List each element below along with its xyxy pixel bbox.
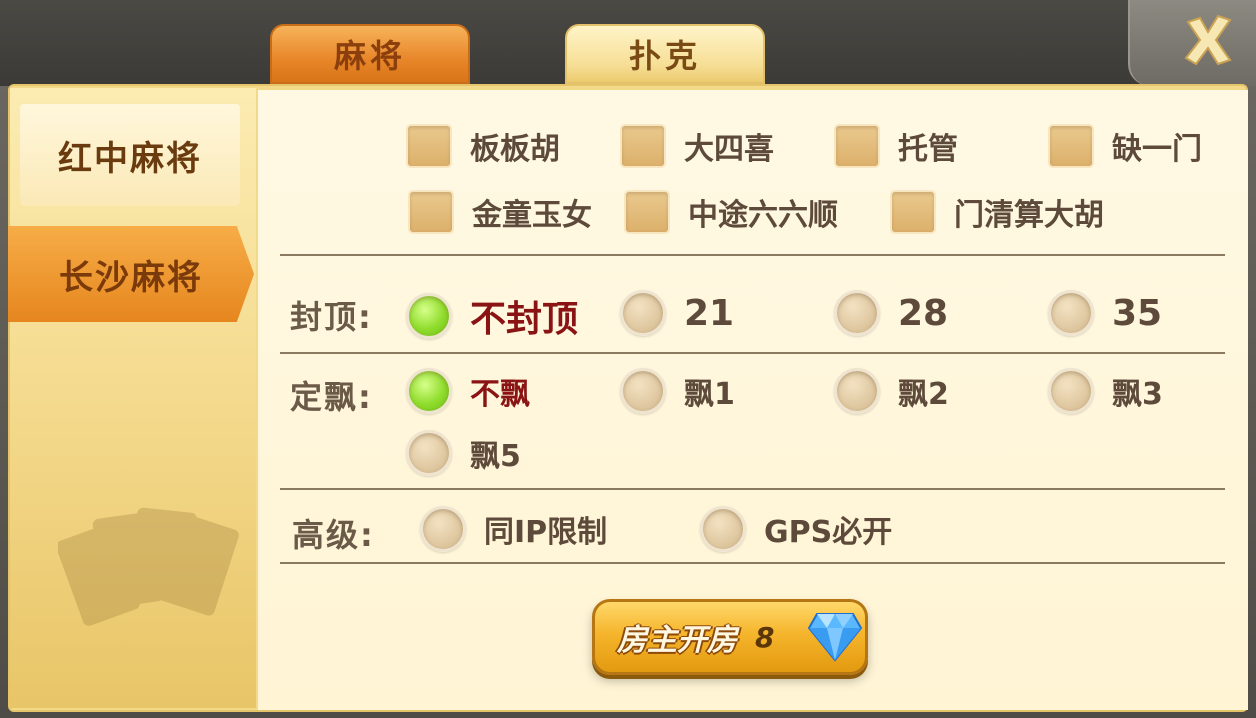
cap-option-21[interactable]: 21 xyxy=(620,290,734,336)
advanced-option-gps[interactable]: GPS必开 xyxy=(700,506,892,552)
close-button[interactable] xyxy=(1176,8,1240,72)
advanced-label: 高级: xyxy=(292,516,375,554)
diamond-icon xyxy=(807,613,863,662)
checkbox[interactable] xyxy=(408,190,454,234)
option-label: 同IP限制 xyxy=(484,515,608,550)
option-banbanhu[interactable]: 板板胡 xyxy=(406,124,560,168)
tab-mahjong[interactable]: 麻将 xyxy=(270,24,470,84)
option-label: 托管 xyxy=(898,132,958,167)
diamond-cost: 8 xyxy=(755,620,775,654)
option-queyimen[interactable]: 缺一门 xyxy=(1048,124,1202,168)
option-tuoguan[interactable]: 托管 xyxy=(834,124,958,168)
radio-button[interactable] xyxy=(834,368,880,414)
radio-button[interactable] xyxy=(700,506,746,552)
radio-button[interactable] xyxy=(406,430,452,476)
playing-cards-decoration xyxy=(58,507,239,626)
radio-button[interactable] xyxy=(620,368,666,414)
option-label: 门清算大胡 xyxy=(954,198,1104,233)
radio-button[interactable] xyxy=(620,290,666,336)
cap-option-35[interactable]: 35 xyxy=(1048,290,1162,336)
option-label: 不飘 xyxy=(470,377,530,412)
option-label: 中途六六顺 xyxy=(688,198,838,233)
piao-label: 定飘: xyxy=(290,378,373,416)
divider xyxy=(280,352,1225,354)
divider xyxy=(280,488,1225,490)
radio-button[interactable] xyxy=(1048,290,1094,336)
create-room-button[interactable]: 房主开房 8 xyxy=(592,599,868,675)
piao-option-none[interactable]: 不飘 xyxy=(406,368,530,414)
checkbox[interactable] xyxy=(890,190,936,234)
option-dasixi[interactable]: 大四喜 xyxy=(620,124,774,168)
option-zhongtuliuliushun[interactable]: 中途六六顺 xyxy=(624,190,838,234)
advanced-option-same-ip[interactable]: 同IP限制 xyxy=(420,506,607,552)
cap-label: 封顶: xyxy=(290,298,373,336)
piao-option-2[interactable]: 飘2 xyxy=(834,368,949,414)
option-label: 不封顶 xyxy=(470,299,579,340)
option-label: 飘3 xyxy=(1112,377,1163,412)
create-room-label: 房主开房 xyxy=(617,623,737,658)
piao-option-5[interactable]: 飘5 xyxy=(406,430,521,476)
cap-option-28[interactable]: 28 xyxy=(834,290,948,336)
cap-option-none[interactable]: 不封顶 xyxy=(406,290,578,342)
option-label: 板板胡 xyxy=(470,132,560,167)
sidebar-item-changsha[interactable]: 长沙麻将 xyxy=(8,226,254,322)
option-label: 28 xyxy=(898,292,949,334)
checkbox[interactable] xyxy=(1048,124,1094,168)
option-label: 35 xyxy=(1112,292,1163,334)
checkbox[interactable] xyxy=(624,190,670,234)
radio-button[interactable] xyxy=(406,293,452,339)
divider xyxy=(280,254,1225,256)
checkbox[interactable] xyxy=(620,124,666,168)
sidebar-item-hongzhong[interactable]: 红中麻将 xyxy=(20,104,240,206)
divider xyxy=(280,562,1225,564)
option-label: GPS必开 xyxy=(764,515,893,550)
option-label: 缺一门 xyxy=(1112,132,1202,167)
tab-poker[interactable]: 扑克 xyxy=(565,24,765,84)
option-label: 飘1 xyxy=(684,377,735,412)
radio-button[interactable] xyxy=(1048,368,1094,414)
radio-button[interactable] xyxy=(406,368,452,414)
option-label: 飘2 xyxy=(898,377,949,412)
option-label: 大四喜 xyxy=(684,132,774,167)
checkbox[interactable] xyxy=(834,124,880,168)
close-x-icon xyxy=(1184,14,1232,66)
radio-button[interactable] xyxy=(420,506,466,552)
option-label: 飘5 xyxy=(470,439,521,474)
piao-option-1[interactable]: 飘1 xyxy=(620,368,735,414)
piao-option-3[interactable]: 飘3 xyxy=(1048,368,1163,414)
option-menqingsuandahu[interactable]: 门清算大胡 xyxy=(890,190,1104,234)
option-jintongyunv[interactable]: 金童玉女 xyxy=(408,190,592,234)
option-label: 21 xyxy=(684,292,735,334)
option-label: 金童玉女 xyxy=(472,198,592,233)
radio-button[interactable] xyxy=(834,290,880,336)
checkbox[interactable] xyxy=(406,124,452,168)
